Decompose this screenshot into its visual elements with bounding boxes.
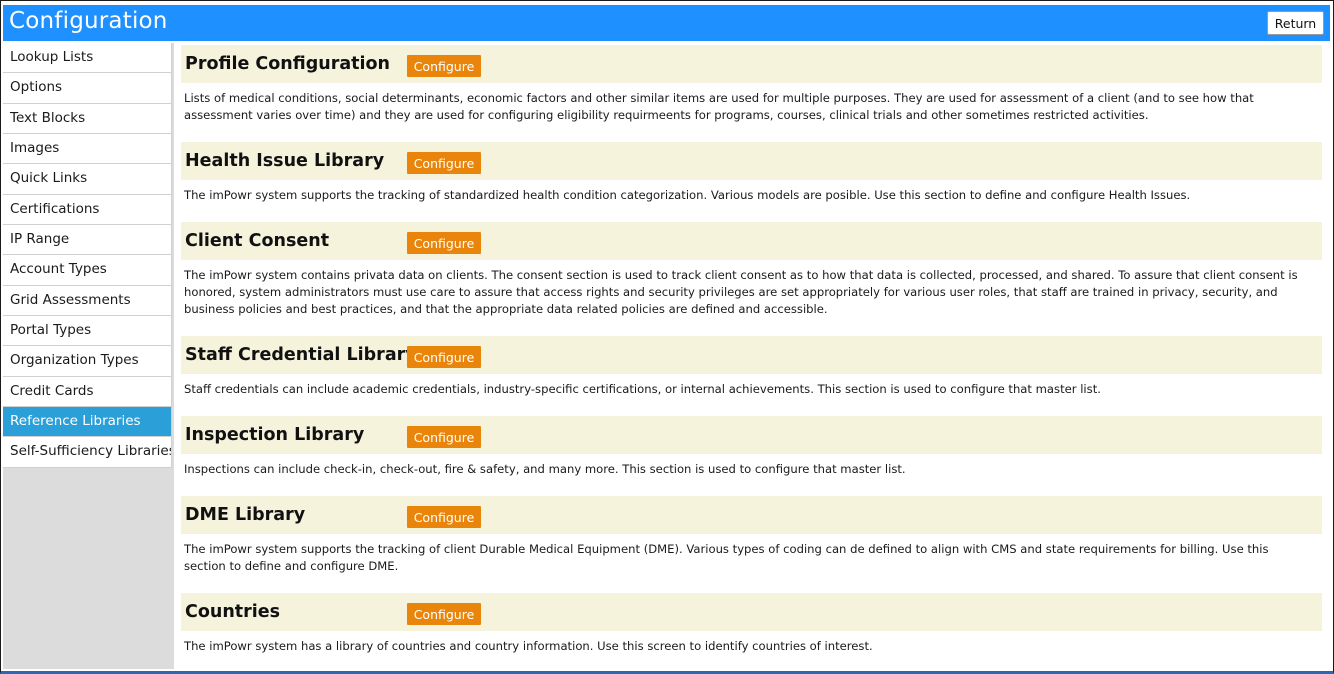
sidebar-item-lookup-lists[interactable]: Lookup Lists [3,43,172,74]
section-description: Inspections can include check-in, check-… [184,462,906,476]
section-description: The imPowr system has a library of count… [184,639,873,653]
section-description: Staff credentials can include academic c… [184,382,1101,396]
section-title: Inspection Library [185,425,365,445]
sidebar-item-account-types[interactable]: Account Types [3,255,172,286]
sidebar-item-ip-range[interactable]: IP Range [3,225,172,256]
section-header: DME Library Configure [181,496,1322,534]
section-dme-library: DME Library Configure The imPowr system … [181,496,1322,575]
section-title: DME Library [185,505,306,525]
return-button[interactable]: Return [1267,11,1324,35]
section-description: Lists of medical conditions, social dete… [184,91,1254,122]
section-staff-credential-library: Staff Credential Library Configure Staff… [181,336,1322,398]
configure-button[interactable]: Configure [407,346,481,368]
sidebar-item-options[interactable]: Options [3,73,172,104]
section-header: Health Issue Library Configure [181,142,1322,180]
sidebar-item-self-sufficiency-libraries[interactable]: Self-Sufficiency Libraries [3,437,172,468]
section-header: Inspection Library Configure [181,416,1322,454]
section-inspection-library: Inspection Library Configure Inspections… [181,416,1322,478]
sidebar-item-grid-assessments[interactable]: Grid Assessments [3,285,172,317]
section-title: Profile Configuration [185,54,390,74]
section-profile-configuration: Profile Configuration Configure Lists of… [181,45,1322,124]
section-description: The imPowr system contains privata data … [184,268,1298,316]
configuration-window: Configuration Return Lookup Lists Option… [0,0,1334,674]
sidebar-item-certifications[interactable]: Certifications [3,194,172,226]
configure-button[interactable]: Configure [407,152,481,174]
section-client-consent: Client Consent Configure The imPowr syst… [181,222,1322,318]
sidebar-item-text-blocks[interactable]: Text Blocks [3,103,172,135]
configure-button[interactable]: Configure [407,55,481,77]
configure-button[interactable]: Configure [407,506,481,528]
section-header: Countries Configure [181,593,1322,631]
section-header: Profile Configuration Configure [181,45,1322,83]
section-header: Client Consent Configure [181,222,1322,260]
section-description: The imPowr system supports the tracking … [184,542,1269,573]
section-description: The imPowr system supports the tracking … [184,188,1191,202]
title-bar: Configuration Return [3,5,1330,41]
configure-button[interactable]: Configure [407,603,481,625]
section-countries: Countries Configure The imPowr system ha… [181,593,1322,655]
sidebar: Lookup Lists Options Text Blocks Images … [3,43,174,669]
sidebar-item-organization-types[interactable]: Organization Types [3,346,172,377]
page-title: Configuration [9,8,168,34]
configure-button[interactable]: Configure [407,426,481,448]
section-title: Client Consent [185,231,330,251]
section-title: Health Issue Library [185,151,385,171]
section-title: Staff Credential Library [185,345,417,365]
configure-button[interactable]: Configure [407,232,481,254]
main-content: Profile Configuration Configure Lists of… [181,43,1325,667]
section-title: Countries [185,602,281,622]
sidebar-item-credit-cards[interactable]: Credit Cards [3,376,172,408]
sidebar-item-reference-libraries[interactable]: Reference Libraries [3,407,172,438]
sidebar-item-images[interactable]: Images [3,134,172,165]
sidebar-item-quick-links[interactable]: Quick Links [3,164,172,195]
sidebar-item-portal-types[interactable]: Portal Types [3,316,172,347]
section-header: Staff Credential Library Configure [181,336,1322,374]
section-health-issue-library: Health Issue Library Configure The imPow… [181,142,1322,204]
